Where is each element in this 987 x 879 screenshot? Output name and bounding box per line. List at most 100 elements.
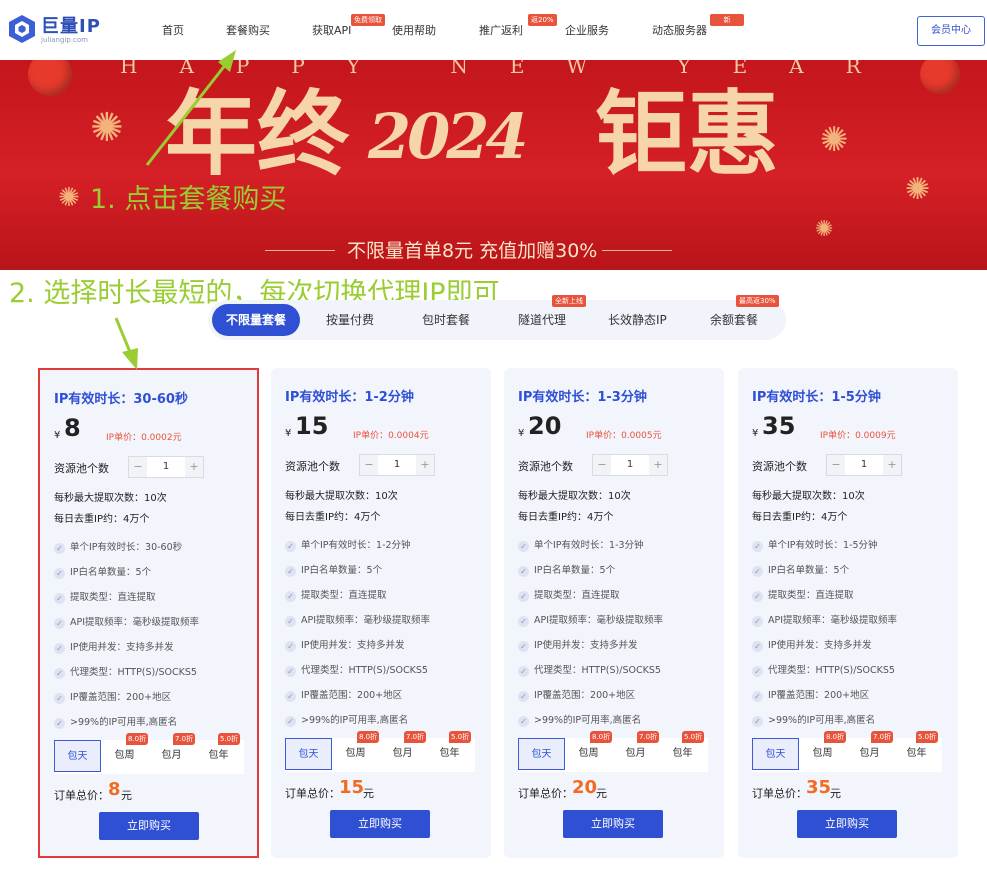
- buy-now-button[interactable]: 立即购买: [330, 810, 430, 838]
- logo-text: 巨量IP: [41, 16, 101, 37]
- feature-text: IP白名单数量：5个: [534, 565, 616, 576]
- discount-badge: 7.0折: [637, 731, 660, 743]
- feature-text: 提取类型：直连提取: [70, 592, 156, 603]
- snowflake-icon: ✺: [90, 105, 124, 151]
- period-selector: 包天 包周 8.0折 包月 7.0折 包年 5.0折: [752, 731, 942, 772]
- logo[interactable]: 巨量IP juliangip.com: [8, 12, 118, 48]
- feature-item: ✓ IP白名单数量：5个: [54, 564, 151, 579]
- member-center-button[interactable]: 会员中心: [917, 16, 985, 46]
- plan-card: IP有效时长：1-3分钟 ¥ 20 IP单价：0.0005元 资源池个数 − 1…: [504, 368, 724, 858]
- period-option[interactable]: 包天: [518, 738, 565, 770]
- daily-dedup-ip: 每日去重IP约：4万个: [285, 512, 381, 523]
- banner-happy-new-year: HAPPY NEW YEAR: [120, 60, 903, 78]
- plus-icon[interactable]: +: [883, 455, 901, 475]
- minus-icon[interactable]: −: [827, 455, 845, 475]
- feature-item: ✓ IP白名单数量：5个: [752, 562, 849, 577]
- feature-text: API提取频率：毫秒级提取频率: [70, 617, 200, 628]
- buy-now-button[interactable]: 立即购买: [797, 810, 897, 838]
- daily-dedup-ip: 每日去重IP约：4万个: [518, 512, 614, 523]
- pool-count-input[interactable]: 1: [611, 455, 649, 475]
- nav-packages[interactable]: 套餐购买: [226, 22, 270, 38]
- nav-badge-free: 免费领取: [351, 14, 385, 26]
- feature-item: ✓ API提取频率：毫秒级提取频率: [285, 612, 430, 627]
- discount-badge: 7.0折: [871, 731, 894, 743]
- check-circle-icon: ✓: [54, 593, 65, 604]
- total-label: 订单总价：: [752, 787, 807, 800]
- unit-price: IP单价：0.0005元: [586, 431, 662, 441]
- plus-icon[interactable]: +: [649, 455, 667, 475]
- nav-help[interactable]: 使用帮助: [392, 22, 436, 38]
- tab-tunnel-proxy[interactable]: 隧道代理: [518, 311, 566, 328]
- total-label: 订单总价：: [518, 787, 573, 800]
- feature-item: ✓ IP覆盖范围：200+地区: [518, 687, 635, 702]
- feature-text: IP白名单数量：5个: [301, 565, 383, 576]
- period-option[interactable]: 包天: [752, 738, 799, 770]
- tab-static-ip[interactable]: 长效静态IP: [608, 311, 667, 328]
- feature-text: 单个IP有效时长：30-60秒: [70, 542, 183, 553]
- currency-symbol: ¥: [752, 428, 759, 439]
- check-circle-icon: ✓: [54, 668, 65, 679]
- plus-icon[interactable]: +: [416, 455, 434, 475]
- check-circle-icon: ✓: [285, 666, 296, 677]
- feature-text: 提取类型：直连提取: [534, 590, 620, 601]
- pool-count-input[interactable]: 1: [378, 455, 416, 475]
- pool-count-input[interactable]: 1: [147, 457, 185, 477]
- check-circle-icon: ✓: [285, 541, 296, 552]
- nav-referral[interactable]: 推广返利: [479, 22, 523, 38]
- discount-badge: 8.0折: [357, 731, 380, 743]
- feature-item: ✓ IP白名单数量：5个: [518, 562, 615, 577]
- check-circle-icon: ✓: [752, 591, 763, 602]
- feature-item: ✓ IP白名单数量：5个: [285, 562, 382, 577]
- tab-badge-rebate: 最高返30%: [736, 295, 779, 307]
- check-circle-icon: ✓: [752, 616, 763, 627]
- feature-text: 提取类型：直连提取: [301, 590, 387, 601]
- currency-symbol: ¥: [54, 430, 61, 441]
- banner-title-left: 年终: [165, 80, 350, 188]
- tab-balance-package[interactable]: 余额套餐: [710, 311, 758, 328]
- total-unit: 元: [121, 789, 132, 802]
- check-circle-icon: ✓: [285, 566, 296, 577]
- total-price: 15: [339, 777, 365, 798]
- max-extract-rate: 每秒最大提取次数：10次: [285, 491, 398, 502]
- max-extract-rate: 每秒最大提取次数：10次: [752, 491, 865, 502]
- feature-item: ✓ 单个IP有效时长：1-2分钟: [285, 537, 411, 552]
- feature-item: ✓ IP使用并发：支持多并发: [285, 637, 405, 652]
- discount-badge: 5.0折: [916, 731, 939, 743]
- plan-title: IP有效时长：1-3分钟: [518, 390, 647, 405]
- minus-icon[interactable]: −: [593, 455, 611, 475]
- feature-item: ✓ IP使用并发：支持多并发: [54, 639, 174, 654]
- tab-time-package[interactable]: 包时套餐: [422, 311, 470, 328]
- minus-icon[interactable]: −: [360, 455, 378, 475]
- period-option[interactable]: 包天: [54, 740, 101, 772]
- feature-text: 代理类型：HTTP(S)/SOCKS5: [301, 665, 428, 676]
- promo-banner[interactable]: ✺ ✺ ✺ ✺ ✺ HAPPY NEW YEAR 年终 2024 钜惠 不限量首…: [0, 60, 987, 270]
- feature-item: ✓ >99%的IP可用率,高匿名: [54, 714, 177, 729]
- feature-text: API提取频率：毫秒级提取频率: [768, 615, 898, 626]
- minus-icon[interactable]: −: [129, 457, 147, 477]
- snowflake-icon: ✺: [815, 217, 834, 242]
- lantern-icon: [920, 60, 960, 94]
- feature-text: >99%的IP可用率,高匿名: [534, 715, 642, 726]
- logo-hexagon-icon: [9, 15, 35, 43]
- buy-now-button[interactable]: 立即购买: [99, 812, 199, 840]
- feature-item: ✓ 提取类型：直连提取: [518, 587, 620, 602]
- tab-pay-per-use[interactable]: 按量付费: [326, 311, 374, 328]
- check-circle-icon: ✓: [54, 718, 65, 729]
- tab-unlimited[interactable]: 不限量套餐: [212, 304, 301, 336]
- feature-item: ✓ 单个IP有效时长：1-3分钟: [518, 537, 644, 552]
- check-circle-icon: ✓: [752, 716, 763, 727]
- nav-dynamic-server[interactable]: 动态服务器: [652, 22, 707, 38]
- nav-home[interactable]: 首页: [162, 22, 184, 38]
- feature-text: 单个IP有效时长：1-3分钟: [534, 540, 644, 551]
- nav-get-api[interactable]: 获取API: [312, 22, 351, 38]
- buy-now-button[interactable]: 立即购买: [563, 810, 663, 838]
- max-extract-rate: 每秒最大提取次数：10次: [518, 491, 631, 502]
- period-option[interactable]: 包天: [285, 738, 332, 770]
- feature-text: IP覆盖范围：200+地区: [534, 690, 636, 701]
- discount-badge: 7.0折: [173, 733, 196, 745]
- plus-icon[interactable]: +: [185, 457, 203, 477]
- period-selector: 包天 包周 8.0折 包月 7.0折 包年 5.0折: [518, 731, 708, 772]
- total-price: 20: [572, 777, 598, 798]
- nav-enterprise[interactable]: 企业服务: [565, 22, 609, 38]
- pool-count-input[interactable]: 1: [845, 455, 883, 475]
